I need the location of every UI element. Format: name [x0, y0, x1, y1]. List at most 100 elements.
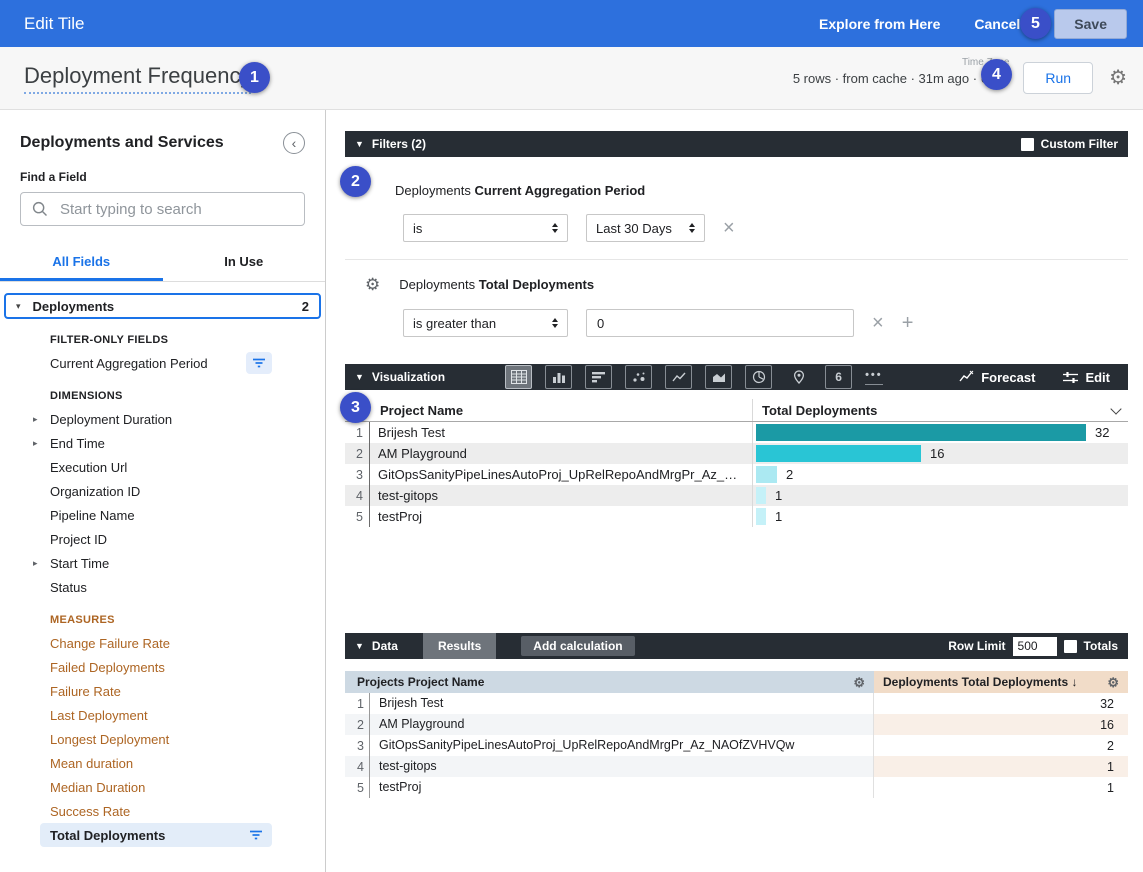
field-item[interactable]: Change Failure Rate: [0, 631, 325, 655]
area-chart-icon[interactable]: [705, 365, 732, 389]
data-panel-bar[interactable]: ▼ Data Results Add calculation Row Limit…: [345, 633, 1128, 659]
tab-all-fields[interactable]: All Fields: [0, 244, 163, 281]
header-right: Time Zone 5 rows · from cache · 31m ago …: [793, 62, 1127, 94]
field-item[interactable]: ▸Start Time: [0, 551, 325, 575]
chevron-down-icon[interactable]: [1110, 403, 1121, 414]
edit-viz-button[interactable]: Edit: [1063, 370, 1110, 385]
forecast-icon: [958, 370, 974, 384]
expand-caret-icon[interactable]: ▸: [33, 438, 38, 449]
gear-icon[interactable]: ⚙: [1107, 676, 1119, 689]
filter-icon[interactable]: [243, 824, 269, 846]
gear-icon[interactable]: ⚙: [853, 676, 865, 689]
pie-chart-icon[interactable]: [745, 365, 772, 389]
filter-operator-select[interactable]: is greater than: [403, 309, 568, 337]
value-bar[interactable]: [756, 508, 766, 525]
collapse-data-icon[interactable]: ▼: [355, 641, 364, 651]
viz-table-row[interactable]: 4test-gitops1: [345, 485, 1128, 506]
visualization-panel-bar[interactable]: ▼ Visualization: [345, 364, 1128, 390]
viz-table-row[interactable]: 5testProj1: [345, 506, 1128, 527]
filter-gear-icon[interactable]: ⚙: [365, 276, 380, 293]
field-search-input[interactable]: [60, 201, 294, 218]
viz-table-row[interactable]: 3GitOpsSanityPipeLinesAutoProj_UpRelRepo…: [345, 464, 1128, 485]
save-button[interactable]: Save: [1054, 9, 1127, 39]
project-name-cell: testProj: [370, 777, 873, 798]
field-item[interactable]: ▸End Time: [0, 431, 325, 455]
explore-from-here-link[interactable]: Explore from Here: [819, 16, 940, 32]
field-item[interactable]: Last Deployment: [0, 703, 325, 727]
viz-table-row[interactable]: 2AM Playground16: [345, 443, 1128, 464]
field-item[interactable]: Success Rate: [0, 799, 325, 823]
data-table-row[interactable]: 4test-gitops1: [345, 756, 1128, 777]
value-bar[interactable]: [756, 466, 777, 483]
data-table-row[interactable]: 1Brijesh Test32: [345, 693, 1128, 714]
expand-caret-icon[interactable]: ▸: [33, 558, 38, 569]
results-tab[interactable]: Results: [423, 633, 496, 659]
row-limit-input[interactable]: [1013, 637, 1057, 656]
field-item[interactable]: Execution Url: [0, 455, 325, 479]
field-item[interactable]: Median Duration: [0, 775, 325, 799]
remove-filter-icon[interactable]: ×: [872, 313, 884, 333]
field-item[interactable]: Failure Rate: [0, 679, 325, 703]
divider: [345, 259, 1128, 260]
field-item[interactable]: Failed Deployments: [0, 655, 325, 679]
value-bar[interactable]: [756, 487, 766, 504]
gear-icon[interactable]: ⚙: [1109, 68, 1127, 88]
more-viz-types-icon[interactable]: •••: [865, 369, 883, 385]
tab-in-use[interactable]: In Use: [163, 244, 326, 281]
view-group-deployments[interactable]: ▾ Deployments 2: [4, 293, 321, 319]
add-calculation-button[interactable]: Add calculation: [521, 636, 634, 656]
filters-panel-bar[interactable]: ▼ Filters (2) Custom Filter: [345, 131, 1128, 157]
expand-caret-icon[interactable]: ▸: [33, 414, 38, 425]
field-item[interactable]: Status: [0, 575, 325, 599]
single-value-icon[interactable]: 6: [825, 365, 852, 389]
field-item[interactable]: Project ID: [0, 527, 325, 551]
data-table-row[interactable]: 5testProj1: [345, 777, 1128, 798]
field-label: Total Deployments: [50, 828, 165, 843]
data-table-row[interactable]: 2AM Playground16: [345, 714, 1128, 735]
filter-operator-select[interactable]: is: [403, 214, 568, 242]
viz-column-project-name[interactable]: Project Name: [370, 399, 753, 421]
field-search-box[interactable]: [20, 192, 305, 226]
filter-value-input[interactable]: [586, 309, 854, 337]
field-item[interactable]: Current Aggregation Period: [0, 351, 325, 375]
bar-value-label: 2: [786, 467, 793, 482]
field-item[interactable]: Mean duration: [0, 751, 325, 775]
field-item[interactable]: ▸ Deployment Duration: [0, 407, 325, 431]
table-icon[interactable]: [505, 365, 532, 389]
remove-filter-icon[interactable]: ×: [723, 218, 735, 238]
scatter-plot-icon[interactable]: [625, 365, 652, 389]
viz-table-row[interactable]: 1Brijesh Test32: [345, 422, 1128, 443]
collapse-filters-icon[interactable]: ▼: [355, 139, 364, 149]
cancel-link[interactable]: Cancel: [974, 16, 1020, 32]
window-title: Edit Tile: [24, 14, 84, 34]
collapse-visualization-icon[interactable]: ▼: [355, 372, 364, 382]
data-column-project-name[interactable]: Projects Project Name ⚙: [345, 671, 874, 693]
field-item[interactable]: Total Deployments: [40, 823, 272, 847]
line-chart-icon[interactable]: [665, 365, 692, 389]
field-item[interactable]: Pipeline Name: [0, 503, 325, 527]
field-label: Deployment Duration: [50, 412, 172, 427]
page-title[interactable]: Deployment Frequency: [24, 63, 251, 94]
totals-checkbox[interactable]: [1064, 640, 1077, 653]
data-column-total-deployments[interactable]: Deployments Total Deployments ↓ ⚙: [874, 671, 1128, 693]
value-bar[interactable]: [756, 445, 921, 462]
field-item[interactable]: Organization ID: [0, 479, 325, 503]
sliders-icon: [1063, 371, 1078, 384]
viz-column-total-deployments[interactable]: Total Deployments: [753, 403, 1128, 418]
forecast-button[interactable]: Forecast: [958, 370, 1035, 385]
value-bar[interactable]: [756, 424, 1086, 441]
project-name-cell: testProj: [370, 506, 753, 527]
data-table-row[interactable]: 3GitOpsSanityPipeLinesAutoProj_UpRelRepo…: [345, 735, 1128, 756]
filter-value-select[interactable]: Last 30 Days: [586, 214, 705, 242]
custom-filter-checkbox[interactable]: [1021, 138, 1034, 151]
column-chart-icon[interactable]: [545, 365, 572, 389]
field-section-header: FILTER-ONLY FIELDS: [0, 329, 325, 351]
filter-icon[interactable]: [246, 352, 272, 374]
collapse-sidebar-icon[interactable]: ‹: [283, 132, 305, 154]
map-pin-icon[interactable]: [785, 365, 812, 389]
field-item[interactable]: Longest Deployment: [0, 727, 325, 751]
run-button[interactable]: Run: [1023, 62, 1093, 94]
bar-chart-icon[interactable]: [585, 365, 612, 389]
add-filter-icon[interactable]: +: [902, 313, 914, 333]
totals-label: Totals: [1084, 639, 1118, 653]
